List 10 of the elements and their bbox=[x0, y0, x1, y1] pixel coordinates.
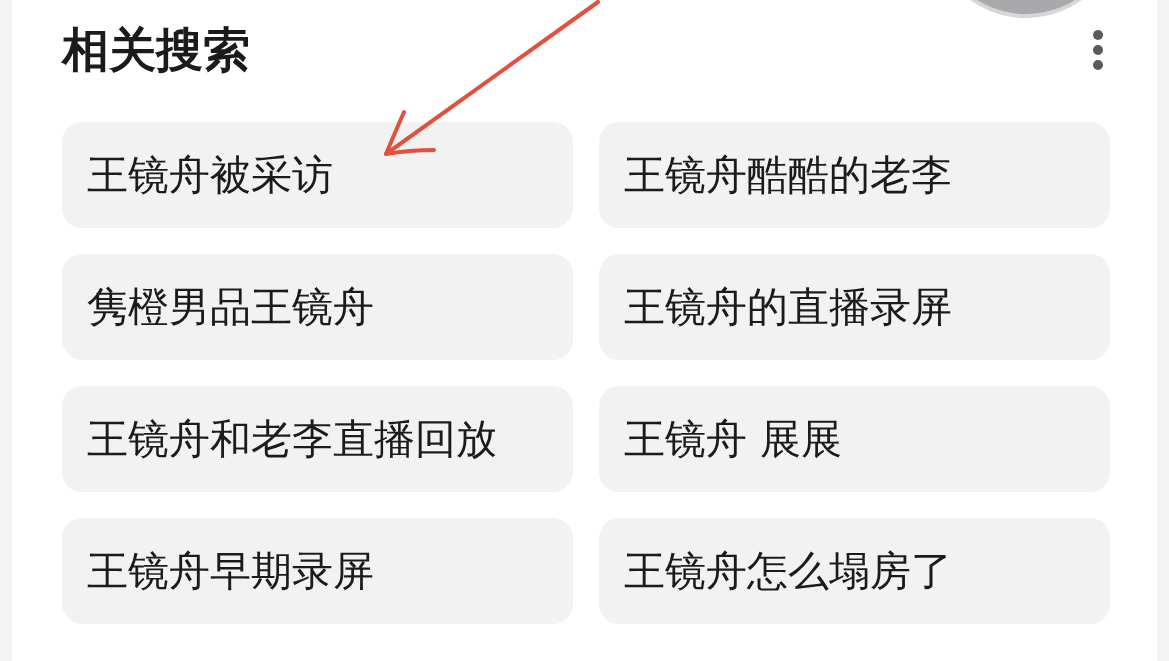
related-search-button[interactable]: 王镜舟早期录屏 bbox=[62, 518, 573, 624]
section-title: 相关搜索 bbox=[62, 22, 250, 78]
related-search-button[interactable]: 王镜舟的直播录屏 bbox=[599, 254, 1110, 360]
related-search-button[interactable]: 王镜舟怎么塌房了 bbox=[599, 518, 1110, 624]
related-search-button[interactable]: 隽橙男品王镜舟 bbox=[62, 254, 573, 360]
related-search-button[interactable]: 王镜舟酷酷的老李 bbox=[599, 122, 1110, 228]
related-search-button[interactable]: 王镜舟 展展 bbox=[599, 386, 1110, 492]
more-menu-icon[interactable] bbox=[1092, 29, 1104, 71]
related-search-button[interactable]: 王镜舟被采访 bbox=[62, 122, 573, 228]
related-search-button[interactable]: 王镜舟和老李直播回放 bbox=[62, 386, 573, 492]
